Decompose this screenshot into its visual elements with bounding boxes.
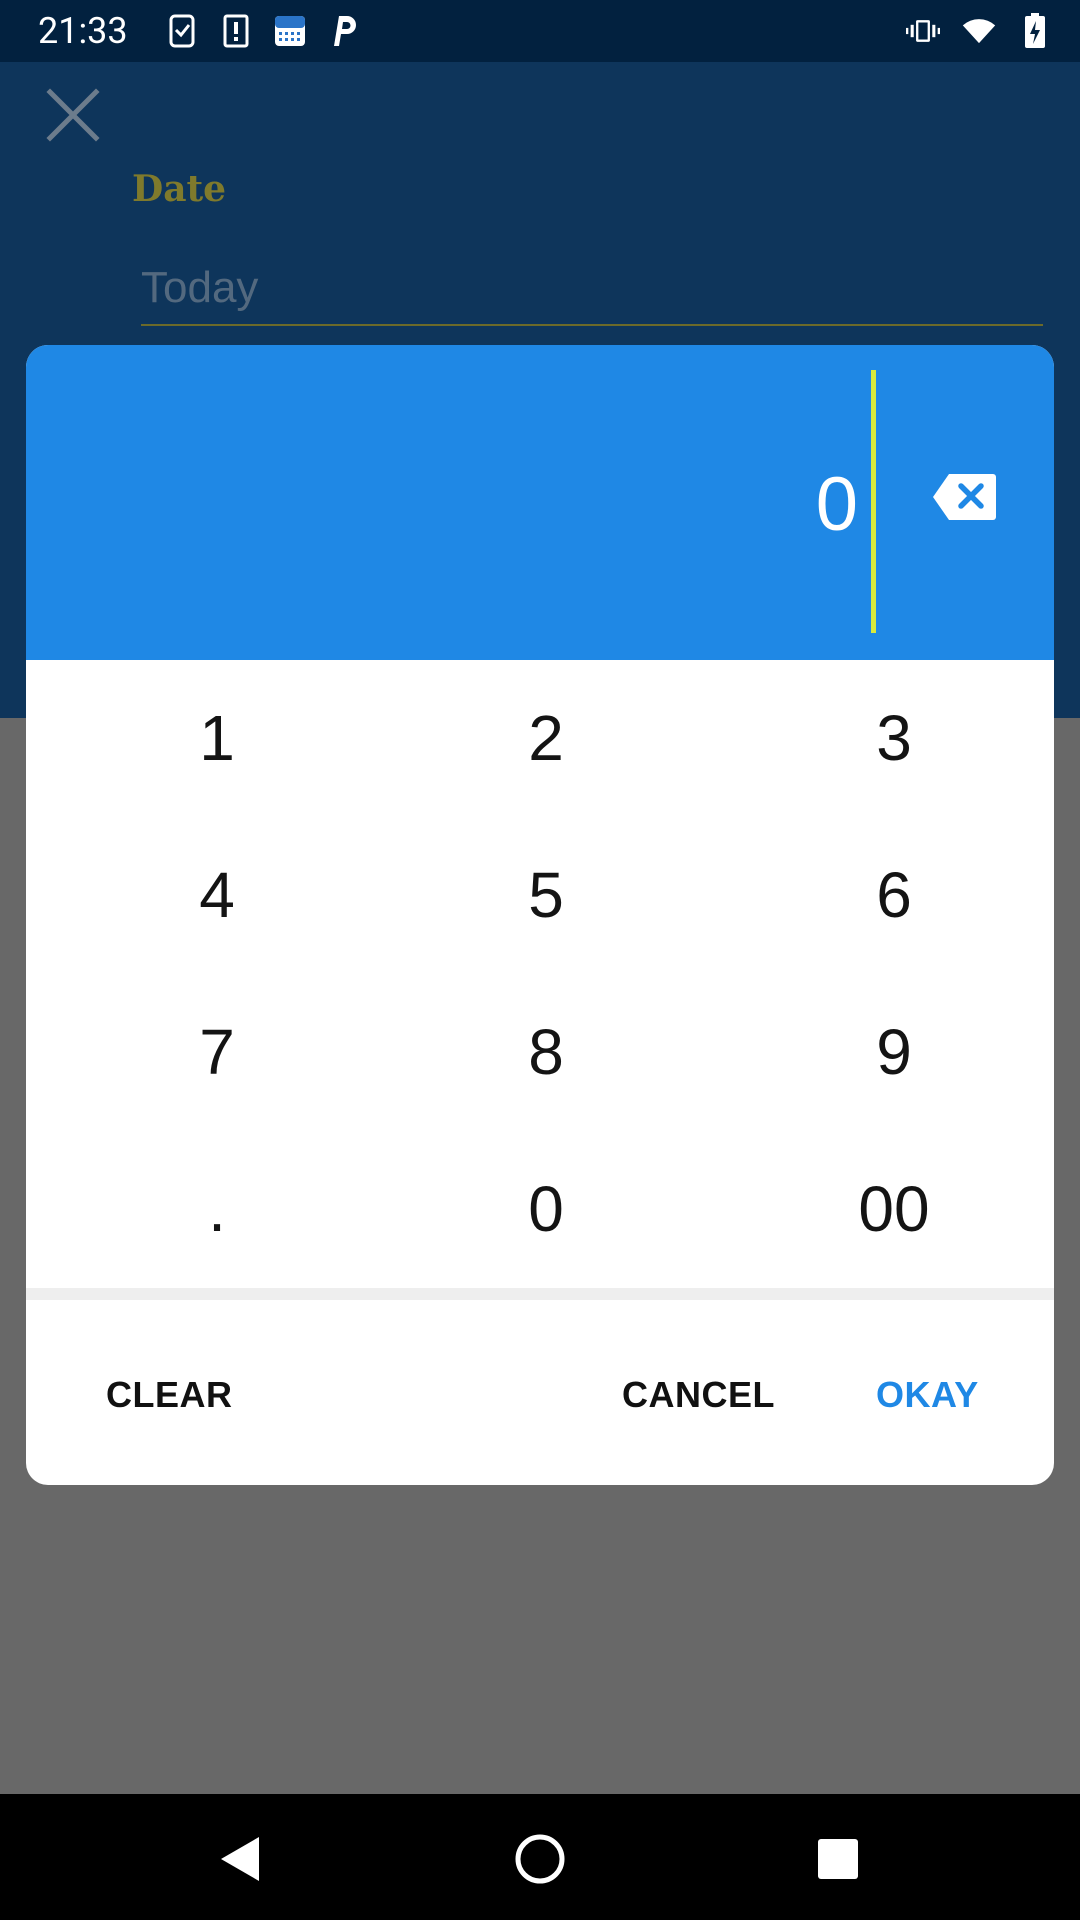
display-value: 0 (815, 462, 858, 547)
key-8[interactable]: 8 (396, 974, 696, 1130)
date-field[interactable]: Today (141, 258, 1043, 326)
display-panel: 0 (26, 345, 1054, 660)
notification-icons (165, 12, 361, 50)
calendar-cloud-icon (273, 12, 307, 50)
status-bar: 21:33 (0, 0, 1080, 62)
clear-button[interactable]: CLEAR (106, 1370, 233, 1420)
task-check-icon (165, 12, 199, 50)
wifi-icon (962, 12, 996, 50)
okay-button[interactable]: OKAY (876, 1370, 979, 1420)
text-cursor (871, 370, 876, 633)
alert-icon (219, 12, 253, 50)
key-1[interactable]: 1 (67, 660, 367, 816)
back-icon[interactable] (200, 1819, 280, 1899)
keypad: 1 2 3 4 5 6 7 8 9 . 0 00 (26, 660, 1054, 1293)
key-5[interactable]: 5 (396, 817, 696, 973)
parking-p-icon (327, 12, 361, 50)
key-3[interactable]: 3 (744, 660, 1044, 816)
key-00[interactable]: 00 (744, 1131, 1044, 1287)
date-label: Date (132, 168, 227, 210)
key-2[interactable]: 2 (396, 660, 696, 816)
status-time: 21:33 (38, 10, 128, 52)
key-0[interactable]: 0 (396, 1131, 696, 1287)
divider (26, 1288, 1054, 1300)
close-icon[interactable] (44, 86, 102, 144)
key-decimal[interactable]: . (67, 1131, 367, 1287)
key-7[interactable]: 7 (67, 974, 367, 1130)
recents-icon[interactable] (798, 1819, 878, 1899)
backspace-icon[interactable] (929, 470, 999, 524)
vibrate-icon (906, 12, 940, 50)
home-icon[interactable] (500, 1819, 580, 1899)
key-9[interactable]: 9 (744, 974, 1044, 1130)
navigation-bar (0, 1794, 1080, 1920)
key-4[interactable]: 4 (67, 817, 367, 973)
battery-charging-icon (1018, 12, 1052, 50)
system-icons (906, 12, 1052, 50)
dialog-actions: CLEAR CANCEL OKAY (26, 1300, 1054, 1485)
key-6[interactable]: 6 (744, 817, 1044, 973)
cancel-button[interactable]: CANCEL (622, 1370, 775, 1420)
number-pad-dialog: 0 1 2 3 4 5 6 7 8 9 . 0 00 CLEAR CANCEL … (26, 345, 1054, 1485)
